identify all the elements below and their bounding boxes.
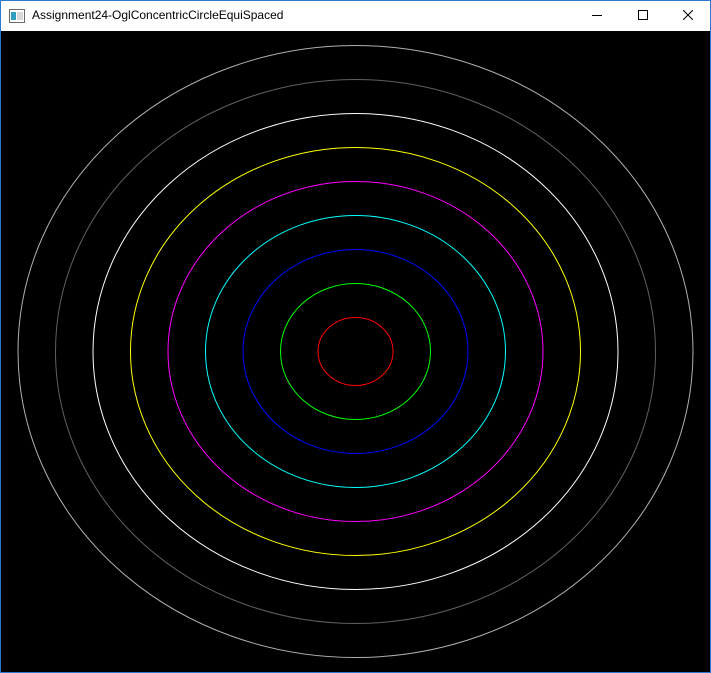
close-icon	[682, 7, 694, 25]
title-bar[interactable]: Assignment24-OglConcentricCircleEquiSpac…	[1, 1, 710, 31]
circle-blue	[242, 249, 469, 454]
window-title: Assignment24-OglConcentricCircleEquiSpac…	[32, 8, 284, 22]
circle-green	[280, 283, 431, 420]
circle-cyan	[205, 215, 506, 488]
circle-dark-gray	[55, 79, 656, 624]
maximize-button[interactable]	[620, 1, 666, 31]
circle-light-gray	[17, 45, 694, 658]
app-window-icon	[9, 9, 25, 23]
circle-white	[92, 113, 619, 590]
minimize-button[interactable]	[574, 1, 620, 31]
opengl-canvas[interactable]	[1, 31, 710, 672]
minimize-icon	[592, 7, 602, 25]
circle-magenta	[167, 181, 544, 522]
maximize-icon	[638, 7, 648, 25]
app-window: Assignment24-OglConcentricCircleEquiSpac…	[0, 0, 711, 673]
circle-yellow	[130, 147, 581, 556]
close-button[interactable]	[665, 1, 711, 31]
circle-red	[317, 317, 394, 386]
concentric-circles-drawing	[17, 45, 694, 658]
